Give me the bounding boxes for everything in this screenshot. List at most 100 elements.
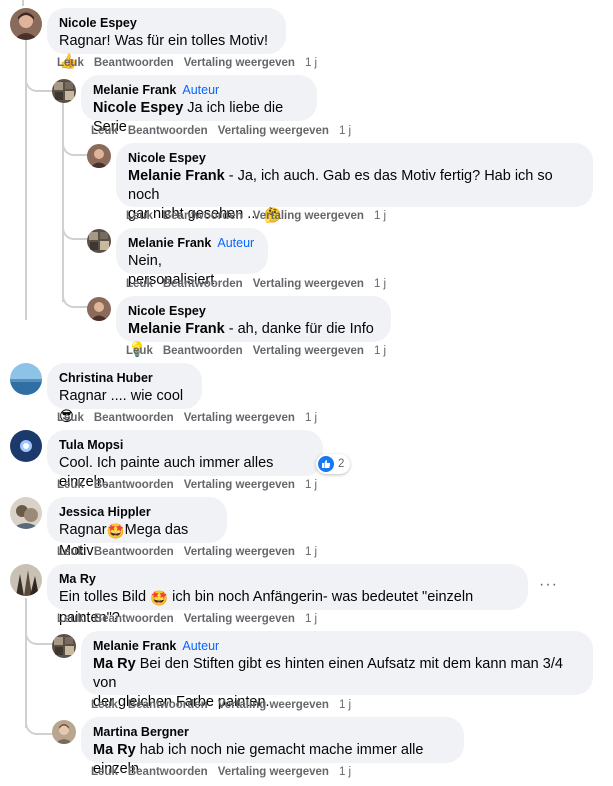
translate-button[interactable]: Vertaling weergeven (253, 210, 364, 222)
translate-button[interactable]: Vertaling weergeven (184, 613, 295, 625)
avatar[interactable] (87, 297, 111, 321)
like-button[interactable]: Leuk (91, 125, 118, 137)
mention-link[interactable]: Ma Ry (93, 656, 136, 672)
more-options-icon[interactable]: ··· (539, 576, 558, 594)
reply-button[interactable]: Beantwoorden (163, 210, 243, 222)
timestamp[interactable]: 1 j (339, 766, 351, 778)
reply-button[interactable]: Beantwoorden (163, 345, 243, 357)
comment-body: Ragnar (59, 522, 107, 538)
timestamp[interactable]: 1 j (374, 210, 386, 222)
like-button[interactable]: Leuk (57, 57, 84, 69)
reply-button[interactable]: Beantwoorden (128, 766, 208, 778)
reply-button[interactable]: Beantwoorden (94, 57, 174, 69)
timestamp[interactable]: 1 j (339, 125, 351, 137)
commenter-name[interactable]: Jessica Hippler (59, 504, 215, 521)
commenter-name[interactable]: Melanie Frank (128, 236, 211, 250)
commenter-name[interactable]: Christina Huber (59, 370, 190, 387)
avatar[interactable] (52, 79, 76, 103)
mention-link[interactable]: Nicole Espey (93, 100, 183, 116)
comment-body: Ein tolles Bild (59, 589, 147, 605)
commenter-name[interactable]: Nicole Espey (59, 15, 274, 32)
reply-button[interactable]: Beantwoorden (94, 546, 174, 558)
like-button[interactable]: Leuk (91, 699, 118, 711)
comment-body: - ah, danke für die Info (224, 321, 374, 337)
commenter-name[interactable]: Melanie Frank (93, 83, 176, 97)
commenter-name[interactable]: Melanie Frank (93, 639, 176, 653)
comment-actions: Leuk Beantwoorden Vertaling weergeven 1 j (57, 411, 327, 425)
thread-curve (25, 625, 53, 645)
like-button[interactable]: Leuk (126, 278, 153, 290)
comment-bubble: Christina Huber Ragnar .... wie cool 😎 (47, 363, 202, 425)
translate-button[interactable]: Vertaling weergeven (253, 278, 364, 290)
reply-button[interactable]: Beantwoorden (163, 278, 243, 290)
like-button[interactable]: Leuk (126, 345, 153, 357)
like-button[interactable]: Leuk (91, 766, 118, 778)
thread-curve (62, 290, 88, 308)
mention-link[interactable]: Melanie Frank (128, 321, 225, 337)
translate-button[interactable]: Vertaling weergeven (218, 125, 329, 137)
like-button[interactable]: Leuk (57, 546, 84, 558)
comment-bubble: Nicole Espey Melanie Frank - Ja, ich auc… (116, 143, 593, 224)
previous-thread-fragment (0, 0, 613, 6)
like-button[interactable]: Leuk (126, 210, 153, 222)
commenter-name[interactable]: Ma Ry (59, 571, 516, 588)
timestamp[interactable]: 1 j (374, 278, 386, 290)
reply-button[interactable]: Beantwoorden (128, 699, 208, 711)
comment-actions: Leuk Beantwoorden Vertaling weergeven 1 j (91, 698, 361, 712)
avatar[interactable] (52, 720, 76, 744)
timestamp[interactable]: 1 j (374, 345, 386, 357)
thread-line (62, 102, 64, 302)
avatar[interactable] (87, 144, 111, 168)
thumbs-up-icon (318, 456, 334, 472)
translate-button[interactable]: Vertaling weergeven (184, 57, 295, 69)
reply-button[interactable]: Beantwoorden (94, 479, 174, 491)
avatar[interactable] (10, 564, 42, 596)
reply-button[interactable]: Beantwoorden (94, 412, 174, 424)
comment-bubble: Nicole Espey Melanie Frank - ah, danke f… (116, 296, 391, 358)
translate-button[interactable]: Vertaling weergeven (184, 546, 295, 558)
reaction-summary[interactable]: 2 (316, 454, 351, 474)
comment-body: Bei den Stiften gibt es hinten einen Auf… (93, 656, 563, 691)
timestamp[interactable]: 1 j (305, 57, 317, 69)
mention-link[interactable]: Melanie Frank (128, 168, 225, 184)
commenter-name[interactable]: Tula Mopsi (59, 437, 311, 454)
comment-body: Ragnar .... wie cool (59, 388, 184, 404)
thread-curve (25, 715, 53, 735)
avatar[interactable] (52, 634, 76, 658)
comment-bubble: Melanie Frank Auteur Ma Ry Bei den Stifte… (81, 631, 593, 710)
timestamp[interactable]: 1 j (339, 699, 351, 711)
commenter-name[interactable]: Martina Bergner (93, 724, 452, 741)
commenter-name[interactable]: Nicole Espey (128, 150, 581, 167)
comment-bubble: Nicole Espey Ragnar! Was für ein tolles … (47, 8, 286, 70)
timestamp[interactable]: 1 j (305, 412, 317, 424)
comment-bubble: Melanie Frank Auteur Nicole Espey Ja ich … (81, 75, 317, 135)
like-button[interactable]: Leuk (57, 479, 84, 491)
comment-bubble: Melanie Frank Auteur Nein, personalisiert… (116, 228, 268, 288)
avatar[interactable] (10, 8, 42, 40)
translate-button[interactable]: Vertaling weergeven (253, 345, 364, 357)
thread-curve (25, 70, 53, 92)
avatar[interactable] (10, 363, 42, 395)
comment-bubble: Ma Ry Ein tolles Bild 🤩 ich bin noch Anf… (47, 564, 528, 626)
star-struck-icon: 🤩 (150, 591, 169, 607)
translate-button[interactable]: Vertaling weergeven (184, 479, 295, 491)
avatar[interactable] (87, 229, 111, 253)
like-button[interactable]: Leuk (57, 412, 84, 424)
mention-link[interactable]: Ma Ry (93, 742, 136, 758)
timestamp[interactable]: 1 j (305, 546, 317, 558)
reply-button[interactable]: Beantwoorden (94, 613, 174, 625)
avatar[interactable] (10, 430, 42, 462)
translate-button[interactable]: Vertaling weergeven (184, 412, 295, 424)
comment-bubble: Martina Bergner Ma Ry hab ich noch nie g… (81, 717, 464, 777)
reply-button[interactable]: Beantwoorden (128, 125, 208, 137)
like-button[interactable]: Leuk (57, 613, 84, 625)
comment-actions: Leuk Beantwoorden Vertaling weergeven 1 j (126, 209, 396, 223)
translate-button[interactable]: Vertaling weergeven (218, 766, 329, 778)
timestamp[interactable]: 1 j (305, 479, 317, 491)
timestamp[interactable]: 1 j (305, 613, 317, 625)
translate-button[interactable]: Vertaling weergeven (218, 699, 329, 711)
avatar[interactable] (10, 497, 42, 529)
comment-actions: Leuk Beantwoorden Vertaling weergeven 1 j (126, 344, 396, 358)
commenter-name[interactable]: Nicole Espey (128, 303, 379, 320)
comment-body: Ragnar! Was für ein tolles Motiv! (59, 33, 268, 49)
